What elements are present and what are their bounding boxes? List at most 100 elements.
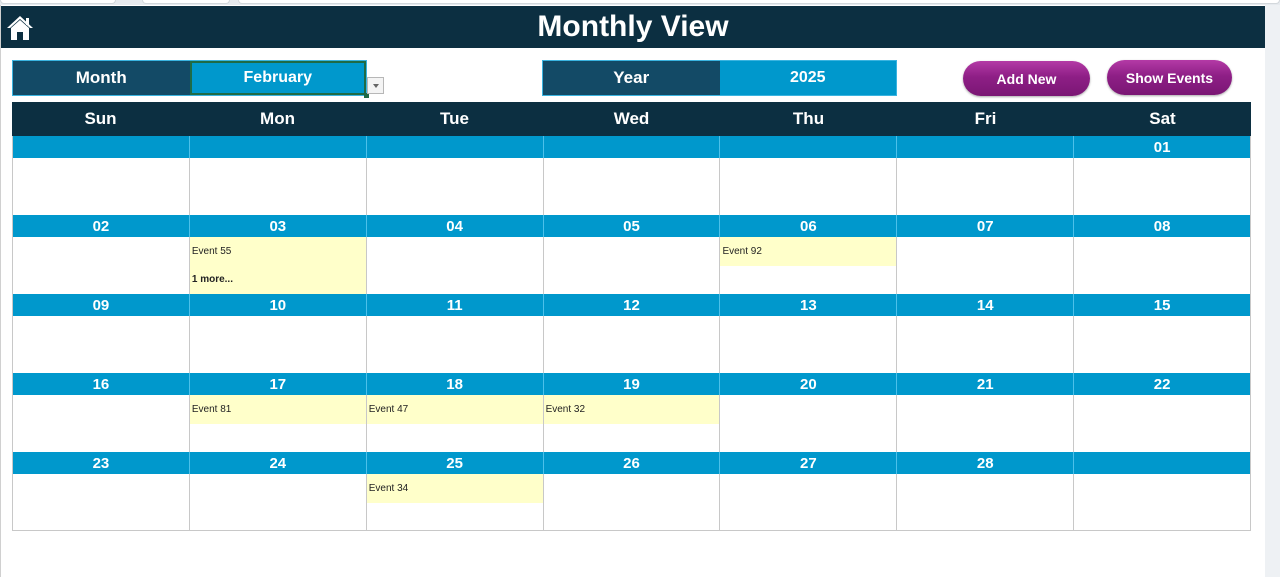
month-label: Month: [13, 61, 190, 95]
day-cell[interactable]: [542, 136, 720, 215]
day-cell[interactable]: 27: [719, 452, 897, 531]
day-number: 03: [188, 215, 366, 237]
day-cell[interactable]: 19 Event 32: [542, 373, 720, 452]
day-events: [367, 158, 543, 215]
year-label: Year: [543, 61, 720, 95]
day-number: 22: [1073, 373, 1251, 395]
day-number: 10: [188, 294, 366, 316]
day-events: [190, 316, 366, 373]
day-cell[interactable]: 04: [365, 215, 543, 294]
day-events: [13, 237, 189, 294]
event-entry[interactable]: Event 81: [189, 395, 366, 424]
day-cell[interactable]: 15: [1073, 294, 1252, 373]
day-cell[interactable]: 07: [896, 215, 1074, 294]
day-number: 15: [1073, 294, 1251, 316]
day-cell[interactable]: [719, 136, 897, 215]
weekday-header-sat: Sat: [1149, 109, 1176, 128]
weekday-header-mon: Mon: [260, 109, 295, 128]
day-number: 18: [365, 373, 543, 395]
title-bar: Monthly View: [1, 6, 1265, 48]
day-events: [1074, 158, 1250, 215]
day-events: [897, 158, 1073, 215]
event-label: Event 55: [191, 245, 232, 257]
day-number: 07: [896, 215, 1074, 237]
day-events: [367, 237, 543, 294]
day-events: Event 55 1 more...: [189, 237, 366, 294]
month-dropdown-button[interactable]: [367, 77, 384, 94]
day-events: [190, 474, 366, 531]
event-entry[interactable]: Event 34: [366, 474, 543, 503]
day-events: [190, 158, 366, 215]
day-cell[interactable]: 17 Event 81: [188, 373, 366, 452]
day-cell[interactable]: 16: [12, 373, 189, 452]
day-number: 05: [542, 215, 720, 237]
event-label: Event 32: [545, 404, 586, 415]
day-events: [720, 316, 896, 373]
show-events-button[interactable]: Show Events: [1107, 60, 1232, 95]
more-events-link[interactable]: 1 more...: [192, 274, 233, 285]
day-cell[interactable]: 08: [1073, 215, 1252, 294]
day-events: [544, 158, 720, 215]
day-cell[interactable]: 22: [1073, 373, 1252, 452]
formula-bar[interactable]: [238, 0, 1280, 4]
day-cell[interactable]: 23: [12, 452, 189, 531]
day-events: [720, 474, 896, 531]
sheet-tab[interactable]: [142, 0, 230, 4]
day-events: [897, 395, 1073, 452]
day-cell[interactable]: 24: [188, 452, 366, 531]
day-events: [720, 158, 896, 215]
year-value-cell[interactable]: 2025: [719, 61, 896, 95]
week-row: 23 24 25 Event 34 26 27 28: [12, 452, 1252, 531]
day-cell[interactable]: 28: [896, 452, 1074, 531]
day-cell[interactable]: 26: [542, 452, 720, 531]
day-cell[interactable]: 09: [12, 294, 189, 373]
day-cell[interactable]: 13: [719, 294, 897, 373]
day-cell[interactable]: [365, 136, 543, 215]
day-cell[interactable]: 18 Event 47: [365, 373, 543, 452]
day-cell[interactable]: 05: [542, 215, 720, 294]
calendar-grid: Sun Mon Tue Wed Thu Fri Sat 01 02 03 Event 55 1 mo…: [12, 102, 1252, 531]
day-events: Event 34: [366, 474, 543, 531]
day-number: 08: [1073, 215, 1251, 237]
day-cell[interactable]: 20: [719, 373, 897, 452]
event-entry[interactable]: Event 47: [366, 395, 543, 424]
day-cell[interactable]: 01: [1073, 136, 1252, 215]
day-cell[interactable]: 21: [896, 373, 1074, 452]
day-events: [13, 474, 189, 531]
day-cell[interactable]: 25 Event 34: [365, 452, 543, 531]
day-cell[interactable]: 10: [188, 294, 366, 373]
day-cell[interactable]: [188, 136, 366, 215]
day-events: [1074, 395, 1250, 452]
day-cell[interactable]: [896, 136, 1074, 215]
day-events: [897, 316, 1073, 373]
month-value-cell[interactable]: February: [189, 61, 369, 98]
week-row: 01: [12, 136, 1252, 215]
day-events: Event 32: [543, 395, 720, 452]
page-title: Monthly View: [537, 10, 729, 43]
day-cell[interactable]: 03 Event 55 1 more...: [188, 215, 366, 294]
sheet-tab[interactable]: [0, 0, 116, 4]
day-number: 01: [1073, 136, 1251, 158]
day-cell[interactable]: 02: [12, 215, 189, 294]
event-entry[interactable]: Event 32: [543, 395, 720, 424]
day-number: 24: [188, 452, 366, 474]
day-cell[interactable]: 11: [365, 294, 543, 373]
day-cell[interactable]: 06 Event 92: [719, 215, 897, 294]
day-number: 09: [13, 294, 189, 316]
day-number: [13, 136, 189, 158]
right-panel: [1265, 5, 1280, 577]
day-cell[interactable]: [12, 136, 189, 215]
year-selector: Year 2025: [542, 60, 897, 96]
day-number: 28: [896, 452, 1074, 474]
add-new-button[interactable]: Add New: [963, 61, 1090, 96]
day-cell[interactable]: 14: [896, 294, 1074, 373]
week-row: 09 10 11 12 13 14 15: [12, 294, 1252, 373]
month-selector: Month February: [12, 60, 369, 98]
event-entry[interactable]: Event 92: [720, 237, 897, 266]
day-events: [720, 395, 896, 452]
day-cell[interactable]: 12: [542, 294, 720, 373]
day-cell[interactable]: [1073, 452, 1252, 531]
day-events: Event 92: [720, 237, 897, 294]
event-entry[interactable]: Event 55 1 more...: [189, 237, 366, 294]
day-number: 27: [719, 452, 897, 474]
